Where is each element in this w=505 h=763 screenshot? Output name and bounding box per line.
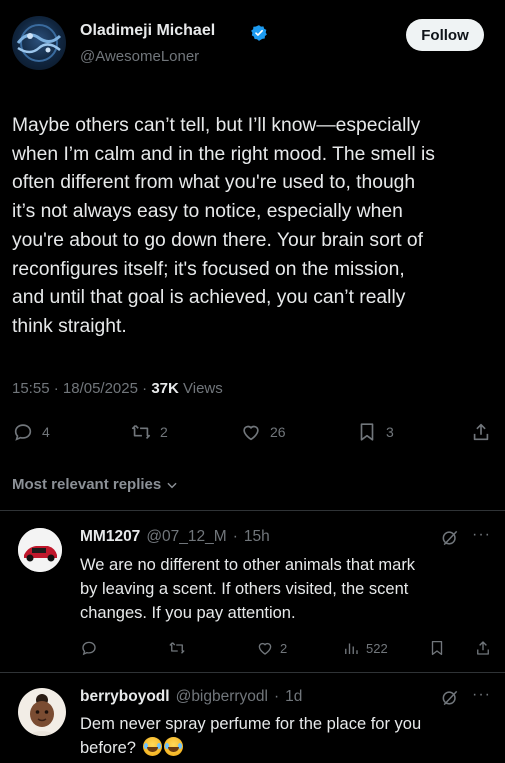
reply-author-handle[interactable]: @bigberryodl — [176, 688, 268, 706]
repost-button[interactable]: 2 — [130, 420, 168, 444]
reply-repost-button[interactable] — [168, 638, 186, 658]
chevron-down-icon — [167, 482, 177, 488]
bookmark-count: 3 — [386, 424, 394, 440]
reply-time[interactable]: 1d — [285, 688, 302, 706]
reply-like-count: 2 — [280, 640, 288, 656]
repost-count: 2 — [160, 424, 168, 440]
meta-separator: · — [274, 688, 280, 705]
reply-share-button[interactable] — [474, 638, 492, 658]
reply-icon — [14, 424, 32, 441]
reply-reply-button[interactable] — [80, 638, 98, 658]
reply-views[interactable]: 522 — [342, 638, 388, 658]
reply-like-button[interactable]: 2 — [256, 638, 287, 658]
reply-avatar[interactable] — [18, 688, 66, 736]
post-text: Maybe others can’t tell, but I’ll know—e… — [12, 115, 435, 337]
meta-separator: · — [232, 528, 238, 545]
reply-text-container: Dem never spray perfume for the place fo… — [80, 712, 495, 760]
heart-icon — [258, 642, 272, 655]
follow-button[interactable]: Follow — [406, 19, 484, 51]
reply-view-count: 522 — [366, 640, 388, 656]
repost-icon — [169, 642, 185, 654]
post-date[interactable]: 18/05/2025 — [63, 380, 138, 397]
author-name[interactable]: Oladimeji Michael — [80, 22, 215, 40]
author-handle[interactable]: @AwesomeLoner — [80, 48, 199, 65]
reply-author-handle[interactable]: @07_12_M — [146, 528, 226, 546]
reply-avatar[interactable] — [18, 528, 62, 572]
more-options-icon[interactable]: ··· — [472, 526, 491, 544]
grok-icon[interactable] — [440, 688, 460, 708]
verified-badge-icon — [251, 25, 267, 41]
divider — [0, 510, 505, 511]
reply-button[interactable]: 4 — [12, 420, 50, 444]
author-avatar[interactable] — [12, 16, 66, 70]
like-count: 26 — [270, 424, 286, 440]
bookmark-icon — [360, 423, 374, 441]
tears-of-joy-emoji-icon — [142, 737, 162, 756]
share-icon — [473, 423, 489, 441]
bookmark-icon — [431, 640, 443, 656]
divider — [0, 672, 505, 673]
heart-icon — [243, 425, 259, 441]
views-count: 37K — [151, 380, 179, 397]
post-meta: 15:55 · 18/05/2025 · 37K Views — [12, 380, 223, 397]
reply-bookmark-button[interactable] — [428, 638, 446, 658]
reply-count: 4 — [42, 424, 50, 440]
share-icon — [477, 641, 489, 655]
share-button[interactable] — [470, 420, 492, 444]
reply-header: MM1207 @07_12_M · 15h — [80, 528, 270, 546]
grok-icon[interactable] — [440, 528, 460, 548]
like-button[interactable]: 26 — [240, 420, 286, 444]
reply-text: Dem never spray perfume for the place fo… — [80, 715, 422, 757]
reply-icon — [82, 641, 96, 656]
meta-separator: · — [142, 380, 152, 397]
replies-sort-dropdown[interactable]: Most relevant replies — [12, 476, 179, 493]
meta-separator: · — [53, 380, 63, 397]
post-time[interactable]: 15:55 — [12, 380, 50, 397]
reply-header: berryboyodl @bigberryodl · 1d — [80, 688, 302, 706]
reply-text: We are no different to other animals tha… — [80, 556, 416, 622]
views-label: Views — [183, 380, 223, 397]
bookmark-button[interactable]: 3 — [356, 420, 394, 444]
analytics-icon — [345, 643, 358, 654]
reply-author-name[interactable]: MM1207 — [80, 528, 140, 546]
repost-icon — [131, 424, 151, 440]
reply-author-name[interactable]: berryboyodl — [80, 688, 170, 706]
more-options-icon[interactable]: ··· — [472, 686, 491, 704]
tears-of-joy-emoji-icon — [163, 737, 183, 756]
reply-time[interactable]: 15h — [244, 528, 270, 546]
replies-sort-label: Most relevant replies — [12, 476, 162, 493]
